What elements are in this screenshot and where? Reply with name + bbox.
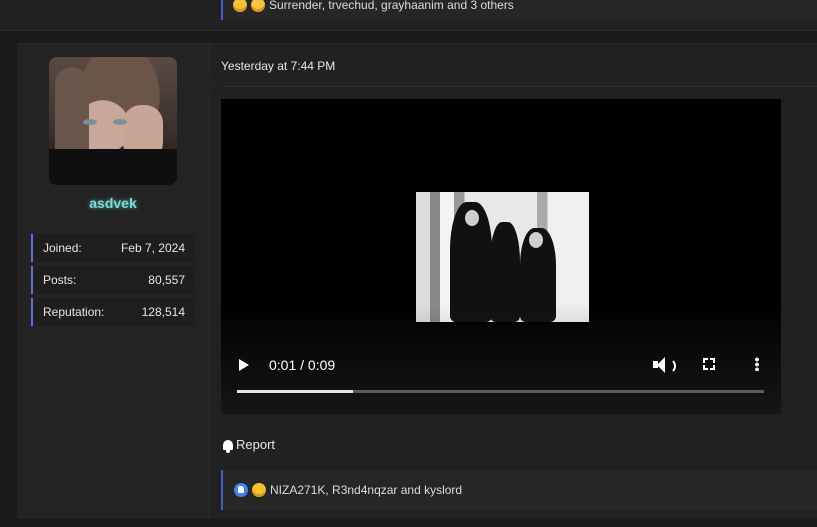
video-progress-bar[interactable] [237,390,764,393]
reactions-text[interactable]: NIZA271K, R3nd4nqzar and kyslord [270,483,462,497]
fullscreen-icon[interactable] [703,358,715,370]
video-time: 0:01 / 0:09 [269,357,336,373]
play-icon[interactable] [239,359,249,371]
divider [221,86,817,87]
stat-label: Joined: [43,241,82,255]
post: asdvek Joined: Feb 7, 2024 Posts: 80,557… [17,43,817,519]
post-timestamp[interactable]: Yesterday at 7:44 PM [221,59,335,73]
username[interactable]: asdvek [17,195,209,211]
report-link[interactable]: Report [223,437,276,453]
video-frame [416,192,589,322]
user-stats: Joined: Feb 7, 2024 Posts: 80,557 Reputa… [31,234,195,330]
like-icon [234,483,248,497]
report-label: Report [236,437,276,452]
stat-label: Posts: [43,273,77,287]
stat-value: 128,514 [141,305,185,319]
avatar[interactable] [49,57,177,185]
previous-reactions-bar[interactable]: Surrender, trvechud, grayhaanim and 3 ot… [221,0,817,20]
video-progress-fill [237,390,353,393]
stat-label: Reputation: [43,305,105,319]
previous-post: Surrender, trvechud, grayhaanim and 3 ot… [0,0,817,31]
grin-emoji-icon [251,0,265,12]
stat-value: Feb 7, 2024 [120,241,185,255]
stat-value: 80,557 [148,273,185,287]
stat-posts: Posts: 80,557 [31,266,195,294]
bell-icon [223,439,233,453]
post-content: Yesterday at 7:44 PM 0:01 / 0:09 Report [221,44,817,519]
user-info-column: asdvek Joined: Feb 7, 2024 Posts: 80,557… [17,44,218,519]
previous-reactions-text[interactable]: Surrender, trvechud, grayhaanim and 3 ot… [269,0,514,12]
more-options-icon[interactable] [755,357,759,371]
video-player[interactable]: 0:01 / 0:09 [221,99,781,414]
laugh-emoji-icon [233,0,247,12]
stat-joined: Joined: Feb 7, 2024 [31,234,195,262]
reactions-bar[interactable]: NIZA271K, R3nd4nqzar and kyslord [221,470,817,510]
laugh-emoji-icon [252,483,266,497]
stat-reputation: Reputation: 128,514 [31,298,195,326]
